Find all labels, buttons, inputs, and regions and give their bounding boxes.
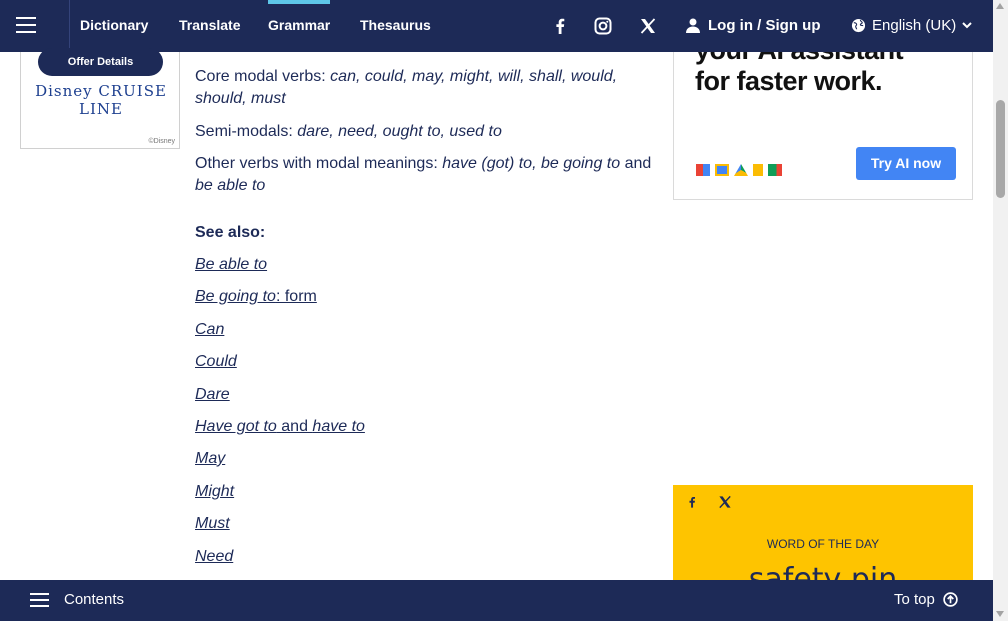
link-have-got-to[interactable]: Have got to and have to — [195, 418, 365, 436]
link-can[interactable]: Can — [195, 321, 224, 339]
scrollbar-thumb[interactable] — [996, 100, 1005, 198]
login-label: Log in / Sign up — [708, 17, 821, 34]
left-advertisement[interactable]: Offer Details Disney CRUISE LINE ©Disney — [20, 48, 180, 149]
nav-translate[interactable]: Translate — [179, 17, 240, 33]
nav-thesaurus[interactable]: Thesaurus — [360, 17, 431, 33]
link-be-going-to[interactable]: Be going to: form — [195, 288, 317, 306]
to-top-label: To top — [894, 591, 935, 608]
top-navigation-bar: Dictionary Translate Grammar Thesaurus L… — [0, 0, 993, 52]
menu-icon — [30, 592, 49, 607]
arrow-up-circle-icon — [943, 592, 958, 607]
core-modals-paragraph: Core modal verbs: can, could, may, might… — [195, 66, 635, 110]
drive-icon — [734, 164, 748, 176]
contents-label: Contents — [64, 591, 125, 608]
other-modals-and: and — [624, 155, 652, 172]
link-be-able-to[interactable]: Be able to — [195, 256, 267, 274]
semi-modals-paragraph: Semi-modals: dare, need, ought to, used … — [195, 121, 502, 143]
wotd-label: WORD OF THE DAY — [766, 537, 880, 551]
globe-icon — [851, 18, 866, 33]
link-might[interactable]: Might — [195, 483, 234, 501]
semi-modals-list: dare, need, ought to, used to — [297, 123, 502, 140]
see-also-heading: See also: — [195, 224, 266, 241]
x-twitter-icon[interactable] — [717, 494, 733, 510]
meet-icon — [768, 164, 782, 176]
other-modals-item-1: have (got) to, be going to — [442, 155, 621, 172]
try-ai-button[interactable]: Try AI now — [856, 147, 956, 180]
language-label: English (UK) — [872, 17, 957, 34]
ad-copyright: ©Disney — [148, 138, 175, 145]
word-of-the-day-card[interactable]: WORD OF THE DAY safety pin — [673, 485, 973, 585]
link-dare[interactable]: Dare — [195, 386, 230, 404]
ad-headline: your AI assistant for faster work. — [695, 52, 904, 96]
instagram-icon[interactable] — [593, 16, 613, 36]
offer-details-button[interactable]: Offer Details — [38, 48, 163, 76]
docs-icon — [753, 164, 763, 176]
scroll-down-arrow-icon[interactable] — [996, 611, 1004, 617]
link-could[interactable]: Could — [195, 353, 237, 371]
link-may[interactable]: May — [195, 450, 225, 468]
disney-cruise-line-logo: Disney CRUISE LINE — [35, 82, 167, 118]
other-modals-item-2: be able to — [195, 177, 266, 194]
wotd-share-icons — [685, 494, 733, 510]
core-modals-label: Core modal verbs: — [195, 68, 326, 85]
facebook-icon[interactable] — [685, 494, 699, 510]
calendar-icon — [715, 164, 729, 176]
google-workspace-icons — [696, 164, 782, 178]
x-twitter-icon[interactable] — [638, 16, 658, 36]
user-icon — [686, 18, 700, 33]
bottom-bar: Contents To top — [0, 580, 993, 621]
login-signup-link[interactable]: Log in / Sign up — [686, 17, 820, 34]
hamburger-menu-button[interactable] — [0, 0, 70, 52]
other-modals-label: Other verbs with modal meanings: — [195, 155, 438, 172]
right-advertisement[interactable]: your AI assistant for faster work. Try A… — [673, 52, 973, 200]
to-top-button[interactable]: To top — [894, 591, 958, 608]
page-scrollbar[interactable] — [993, 0, 1008, 621]
facebook-icon[interactable] — [550, 16, 570, 36]
link-must[interactable]: Must — [195, 515, 230, 533]
contents-button[interactable]: Contents — [30, 591, 124, 608]
nav-dictionary[interactable]: Dictionary — [80, 17, 148, 33]
other-modals-paragraph: Other verbs with modal meanings: have (g… — [195, 153, 660, 197]
scroll-up-arrow-icon[interactable] — [996, 3, 1004, 9]
chevron-down-icon — [962, 22, 972, 29]
gmail-icon — [696, 164, 710, 176]
language-selector[interactable]: English (UK) — [851, 17, 972, 34]
link-need[interactable]: Need — [195, 548, 233, 566]
semi-modals-label: Semi-modals: — [195, 123, 293, 140]
active-tab-indicator — [268, 0, 330, 4]
nav-grammar[interactable]: Grammar — [268, 17, 330, 33]
